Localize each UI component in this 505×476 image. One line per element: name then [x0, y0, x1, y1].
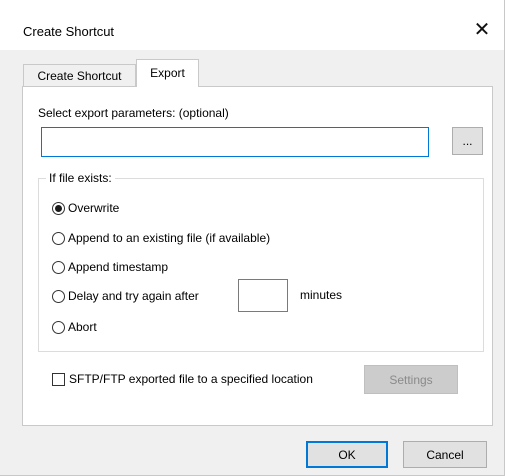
checkbox-unchecked-icon: [52, 372, 65, 386]
radio-overwrite-label: Overwrite: [68, 201, 120, 215]
radio-delay-retry-label: Delay and try again after: [68, 289, 199, 303]
radio-unchecked-icon: [52, 260, 65, 274]
close-button[interactable]: ✕: [460, 14, 504, 44]
radio-unchecked-icon: [52, 231, 65, 245]
export-params-label: Select export parameters: (optional): [38, 106, 229, 120]
radio-append-existing[interactable]: Append to an existing file (if available…: [52, 230, 270, 246]
radio-append-timestamp-label: Append timestamp: [68, 260, 169, 274]
tab-export[interactable]: Export: [136, 59, 199, 87]
settings-button[interactable]: Settings: [364, 365, 458, 394]
radio-append-existing-label: Append to an existing file (if available…: [68, 231, 271, 245]
ok-button[interactable]: OK: [306, 441, 388, 468]
delay-minutes-input[interactable]: [238, 279, 288, 312]
cancel-button[interactable]: Cancel: [403, 441, 487, 468]
browse-button[interactable]: ...: [452, 127, 483, 155]
radio-abort[interactable]: Abort: [52, 319, 97, 335]
title-bar: Create Shortcut ✕: [0, 0, 504, 50]
radio-checked-icon: [52, 201, 65, 215]
close-icon: ✕: [473, 18, 491, 41]
export-params-input[interactable]: [41, 127, 429, 157]
radio-delay-retry[interactable]: Delay and try again after: [52, 288, 199, 304]
sftp-checkbox-label: SFTP/FTP exported file to a specified lo…: [69, 372, 313, 386]
window-title: Create Shortcut: [23, 24, 115, 39]
minutes-label: minutes: [300, 288, 343, 302]
radio-unchecked-icon: [52, 320, 65, 334]
radio-append-timestamp[interactable]: Append timestamp: [52, 259, 168, 275]
radio-overwrite[interactable]: Overwrite: [52, 200, 119, 216]
create-shortcut-dialog: Create Shortcut ✕ Create Shortcut Export…: [0, 0, 505, 476]
radio-unchecked-icon: [52, 289, 65, 303]
tab-create-shortcut[interactable]: Create Shortcut: [23, 64, 136, 87]
radio-abort-label: Abort: [68, 320, 97, 334]
sftp-checkbox[interactable]: SFTP/FTP exported file to a specified lo…: [52, 372, 313, 386]
if-file-exists-legend: If file exists:: [46, 171, 115, 185]
